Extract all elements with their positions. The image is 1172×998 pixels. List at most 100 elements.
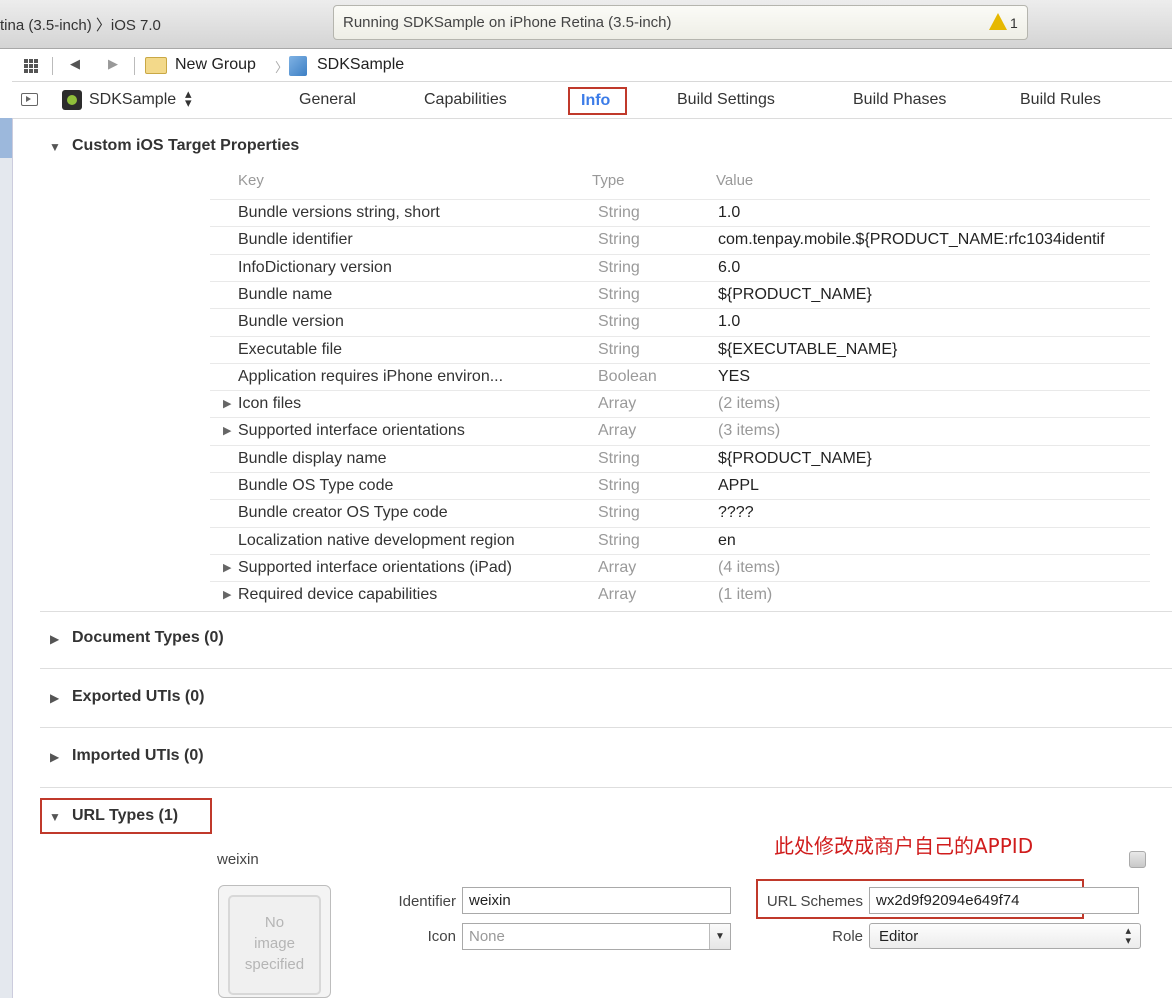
cell-value[interactable]: APPL	[718, 477, 1148, 495]
cell-type[interactable]: String	[598, 313, 640, 331]
cell-value[interactable]: 1.0	[718, 204, 1148, 222]
cell-key[interactable]: Bundle OS Type code	[238, 477, 393, 495]
cell-value[interactable]: (3 items)	[718, 422, 1148, 440]
disclosure-closed-icon[interactable]: ▶	[50, 691, 59, 705]
section-exported-utis[interactable]: Exported UTIs (0)	[72, 688, 204, 706]
warning-count[interactable]: 1	[1010, 15, 1018, 31]
cell-value[interactable]: (4 items)	[718, 559, 1148, 577]
row-disclosure-icon[interactable]: ▶	[223, 397, 231, 410]
back-arrow-icon[interactable]: ◀	[70, 56, 80, 72]
cell-type[interactable]: Array	[598, 395, 636, 413]
table-row[interactable]: Application requires iPhone environ... Bo…	[210, 362, 1150, 391]
cell-value[interactable]: ${EXECUTABLE_NAME}	[718, 341, 1148, 359]
cell-type[interactable]: String	[598, 504, 640, 522]
table-row[interactable]: Bundle identifier String com.tenpay.mobile…	[210, 226, 1150, 254]
cell-type[interactable]: String	[598, 259, 640, 277]
tab-general[interactable]: General	[299, 91, 356, 109]
cell-value[interactable]: com.tenpay.mobile.${PRODUCT_NAME:rfc1034…	[718, 231, 1148, 249]
cell-type[interactable]: String	[598, 204, 640, 222]
cell-key[interactable]: Bundle identifier	[238, 231, 353, 249]
column-header-value[interactable]: Value	[716, 172, 753, 189]
combo-dropdown-icon[interactable]: ▼	[709, 924, 730, 949]
cell-value[interactable]: 6.0	[718, 259, 1148, 277]
cell-value[interactable]: 1.0	[718, 313, 1148, 331]
cell-value[interactable]: YES	[718, 368, 1148, 386]
cell-type[interactable]: String	[598, 231, 640, 249]
column-header-type[interactable]: Type	[592, 172, 625, 189]
cell-key[interactable]: Localization native development region	[238, 532, 515, 550]
cell-key[interactable]: Bundle version	[238, 313, 344, 331]
tab-build-rules[interactable]: Build Rules	[1020, 91, 1101, 109]
section-custom-properties[interactable]: Custom iOS Target Properties	[72, 137, 299, 155]
disclosure-open-icon[interactable]: ▼	[49, 140, 61, 154]
table-row[interactable]: Bundle OS Type code String APPL	[210, 472, 1150, 500]
cell-key[interactable]: Executable file	[238, 341, 342, 359]
tab-info[interactable]: Info	[568, 87, 627, 115]
table-row[interactable]: Bundle display name String ${PRODUCT_NAME}	[210, 444, 1150, 473]
cell-type[interactable]: String	[598, 450, 640, 468]
target-selector[interactable]: SDKSample	[89, 91, 176, 109]
cell-type[interactable]: String	[598, 532, 640, 550]
icon-combo-field[interactable]: None ▼	[462, 923, 731, 950]
table-row[interactable]: Bundle versions string, short String 1.0	[210, 199, 1150, 227]
breadcrumb-sdksample[interactable]: SDKSample	[317, 56, 404, 74]
cell-key[interactable]: Bundle versions string, short	[238, 204, 440, 222]
cell-value[interactable]: ${PRODUCT_NAME}	[718, 450, 1148, 468]
identifier-field[interactable]: weixin	[462, 887, 731, 914]
remove-url-type-button[interactable]	[1129, 851, 1146, 868]
target-stepper-icon[interactable]: ▴ ▾	[185, 87, 192, 109]
cell-type[interactable]: Array	[598, 422, 636, 440]
row-disclosure-icon[interactable]: ▶	[223, 588, 231, 601]
section-imported-utis[interactable]: Imported UTIs (0)	[72, 747, 204, 765]
tab-capabilities[interactable]: Capabilities	[424, 91, 507, 109]
table-row[interactable]: Localization native development region St…	[210, 526, 1150, 555]
cell-key[interactable]: Icon files	[238, 395, 301, 413]
cell-type[interactable]: Array	[598, 586, 636, 604]
scheme-destination-selector[interactable]: tina (3.5-inch) 〉iOS 7.0	[0, 14, 161, 35]
cell-key[interactable]: Application requires iPhone environ...	[238, 368, 503, 386]
cell-type[interactable]: Boolean	[598, 368, 657, 386]
table-row[interactable]: ▶ Supported interface orientations (iPad)…	[210, 553, 1150, 582]
cell-value[interactable]: (2 items)	[718, 395, 1148, 413]
cell-type[interactable]: Array	[598, 559, 636, 577]
disclosure-closed-icon[interactable]: ▶	[50, 750, 59, 764]
row-disclosure-icon[interactable]: ▶	[223, 424, 231, 437]
cell-value[interactable]: ????	[718, 504, 1148, 522]
disclosure-open-icon[interactable]: ▼	[49, 810, 61, 824]
table-row[interactable]: ▶ Required device capabilities Array (1 ite…	[210, 581, 1150, 609]
table-row[interactable]: Bundle version String 1.0	[210, 308, 1150, 336]
tab-build-phases[interactable]: Build Phases	[853, 91, 946, 109]
cell-key[interactable]: Bundle display name	[238, 450, 387, 468]
row-disclosure-icon[interactable]: ▶	[223, 561, 231, 574]
breadcrumb-new-group[interactable]: New Group	[175, 56, 256, 74]
warning-icon[interactable]	[989, 13, 1007, 30]
cell-key[interactable]: InfoDictionary version	[238, 259, 392, 277]
cell-key[interactable]: Bundle name	[238, 286, 332, 304]
table-row[interactable]: Bundle name String ${PRODUCT_NAME}	[210, 280, 1150, 309]
table-row[interactable]: InfoDictionary version String 6.0	[210, 253, 1150, 282]
table-row[interactable]: ▶ Supported interface orientations Array (3…	[210, 417, 1150, 445]
cell-value[interactable]: (1 item)	[718, 586, 1148, 604]
cell-type[interactable]: String	[598, 286, 640, 304]
url-icon-image-well[interactable]: No image specified	[218, 885, 331, 998]
column-header-key[interactable]: Key	[238, 172, 264, 189]
forward-arrow-icon[interactable]: ▶	[108, 56, 118, 72]
cell-key[interactable]: Required device capabilities	[238, 586, 437, 604]
disclosure-closed-icon[interactable]: ▶	[50, 632, 59, 646]
table-row[interactable]: ▶ Icon files Array (2 items)	[210, 390, 1150, 418]
cell-value[interactable]: en	[718, 532, 1148, 550]
cell-value[interactable]: ${PRODUCT_NAME}	[718, 286, 1148, 304]
section-document-types[interactable]: Document Types (0)	[72, 629, 224, 647]
cell-type[interactable]: String	[598, 477, 640, 495]
tab-build-settings[interactable]: Build Settings	[677, 91, 775, 109]
cell-type[interactable]: String	[598, 341, 640, 359]
section-url-types[interactable]: URL Types (1)	[72, 807, 178, 825]
cell-key[interactable]: Bundle creator OS Type code	[238, 504, 448, 522]
table-row[interactable]: Executable file String ${EXECUTABLE_NAME}	[210, 335, 1150, 364]
cell-key[interactable]: Supported interface orientations (iPad)	[238, 559, 512, 577]
table-row[interactable]: Bundle creator OS Type code String????	[210, 499, 1150, 527]
url-schemes-field[interactable]: wx2d9f92094e649f74	[869, 887, 1139, 914]
show-project-navigator-icon[interactable]	[21, 93, 38, 106]
related-items-grid-icon[interactable]	[24, 59, 38, 73]
cell-key[interactable]: Supported interface orientations	[238, 422, 465, 440]
